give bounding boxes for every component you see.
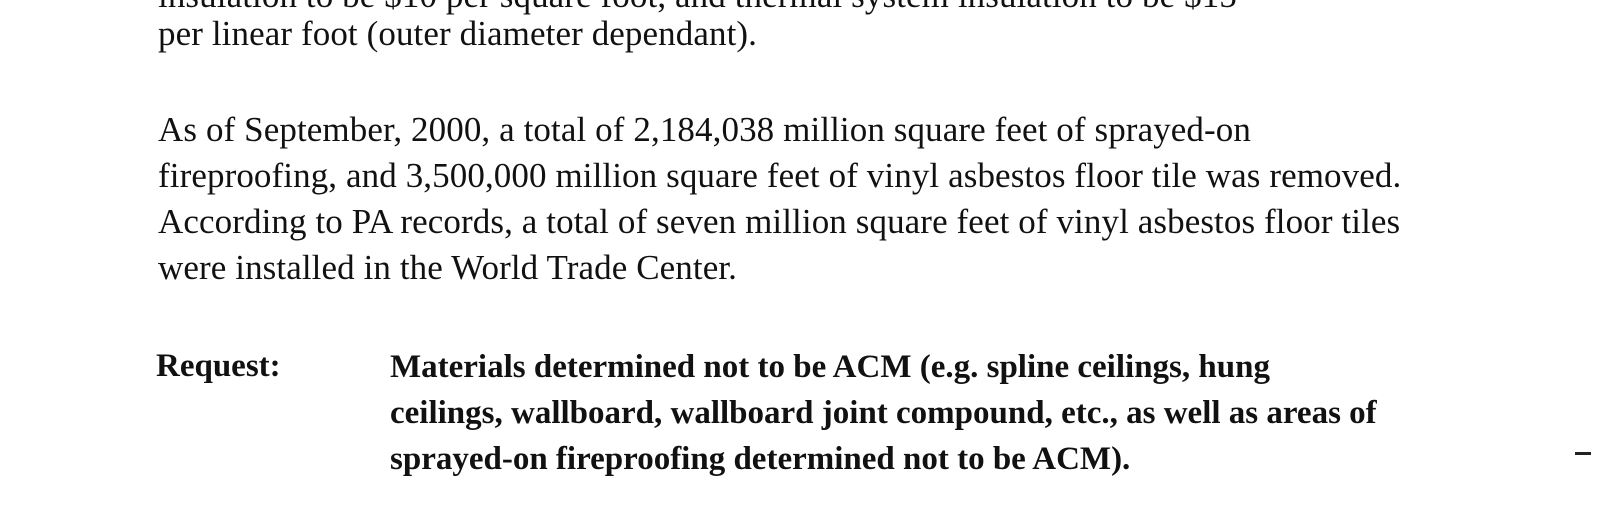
text-line: per linear foot (outer diameter dependan… bbox=[158, 14, 758, 53]
text-line: According to PA records, a total of seve… bbox=[158, 202, 1401, 241]
text-line: were installed in the World Trade Center… bbox=[158, 248, 738, 287]
text-line: As of September, 2000, a total of 2,184,… bbox=[158, 110, 1251, 149]
document-page: insulation to be $10 per square foot, an… bbox=[0, 0, 1608, 528]
request-text-line: sprayed-on fireproofing determined not t… bbox=[390, 441, 1131, 477]
text-line: fireproofing, and 3,500,000 million squa… bbox=[158, 156, 1402, 195]
margin-mark bbox=[1575, 452, 1591, 455]
request-text-line: Materials determined not to be ACM (e.g.… bbox=[390, 349, 1270, 385]
request-text-line: ceilings, wallboard, wallboard joint com… bbox=[390, 395, 1377, 431]
request-label: Request: bbox=[156, 348, 281, 384]
